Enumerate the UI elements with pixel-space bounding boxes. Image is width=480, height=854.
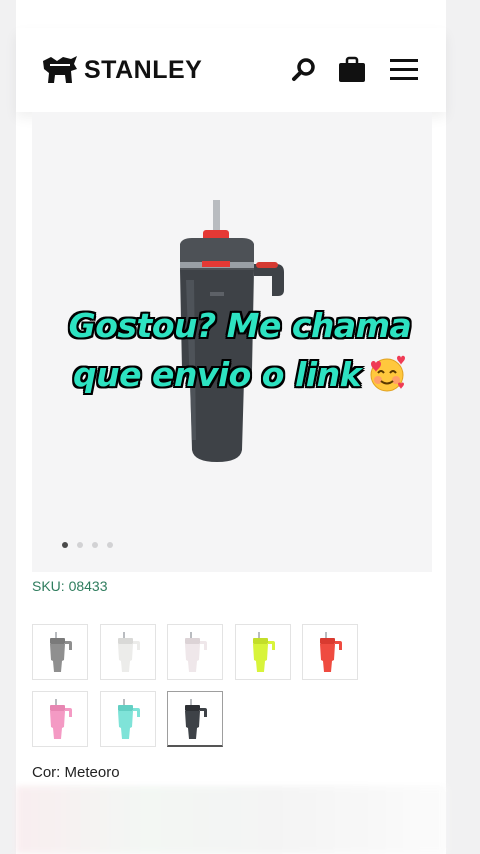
site-header: STANLEY — [16, 28, 446, 112]
hamburger-menu-icon[interactable] — [388, 54, 420, 86]
color-swatch-red[interactable] — [302, 624, 358, 680]
tumbler-thumbnail-icon — [117, 699, 140, 739]
color-swatch-white[interactable] — [99, 624, 156, 680]
product-sku: SKU: 08433 — [32, 578, 108, 594]
tumbler-thumbnail-icon — [117, 632, 140, 672]
overlay-text-line-2: que envio o link — [0, 354, 480, 394]
brand-logo-text[interactable]: STANLEY — [84, 54, 202, 86]
color-swatch-pink[interactable] — [32, 691, 88, 747]
blurred-content-below — [16, 786, 446, 854]
product-tumbler-image — [180, 200, 284, 462]
tumbler-thumbnail-icon — [185, 699, 207, 739]
color-swatch-lime[interactable] — [234, 624, 291, 680]
selected-color-label: Cor: Meteoro — [32, 764, 120, 781]
gallery-dot-4[interactable] — [107, 542, 113, 548]
color-swatch-meteoro[interactable] — [167, 691, 223, 747]
gallery-dots — [62, 542, 113, 548]
tumbler-thumbnail-icon — [320, 632, 342, 672]
smiling-face-with-hearts-icon — [370, 355, 406, 392]
color-swatch-gray[interactable] — [32, 624, 88, 680]
overlay-text-line-2-label: que envio o link — [72, 355, 362, 394]
color-swatch-light-pink-white[interactable] — [167, 624, 223, 680]
tumbler-thumbnail-icon — [50, 699, 72, 739]
tumbler-thumbnail-icon — [185, 632, 207, 672]
gallery-dot-1[interactable] — [62, 542, 68, 548]
gallery-dot-3[interactable] — [92, 542, 98, 548]
bag-icon[interactable] — [336, 54, 368, 86]
tumbler-thumbnail-icon — [50, 632, 72, 672]
gallery-dot-2[interactable] — [77, 542, 83, 548]
search-icon[interactable] — [289, 54, 321, 86]
stanley-bear-logo-icon[interactable] — [41, 55, 79, 85]
tumbler-thumbnail-icon — [252, 632, 275, 672]
color-swatch-aqua[interactable] — [99, 691, 156, 747]
overlay-text-line-1: Gostou? Me chama — [68, 306, 412, 345]
